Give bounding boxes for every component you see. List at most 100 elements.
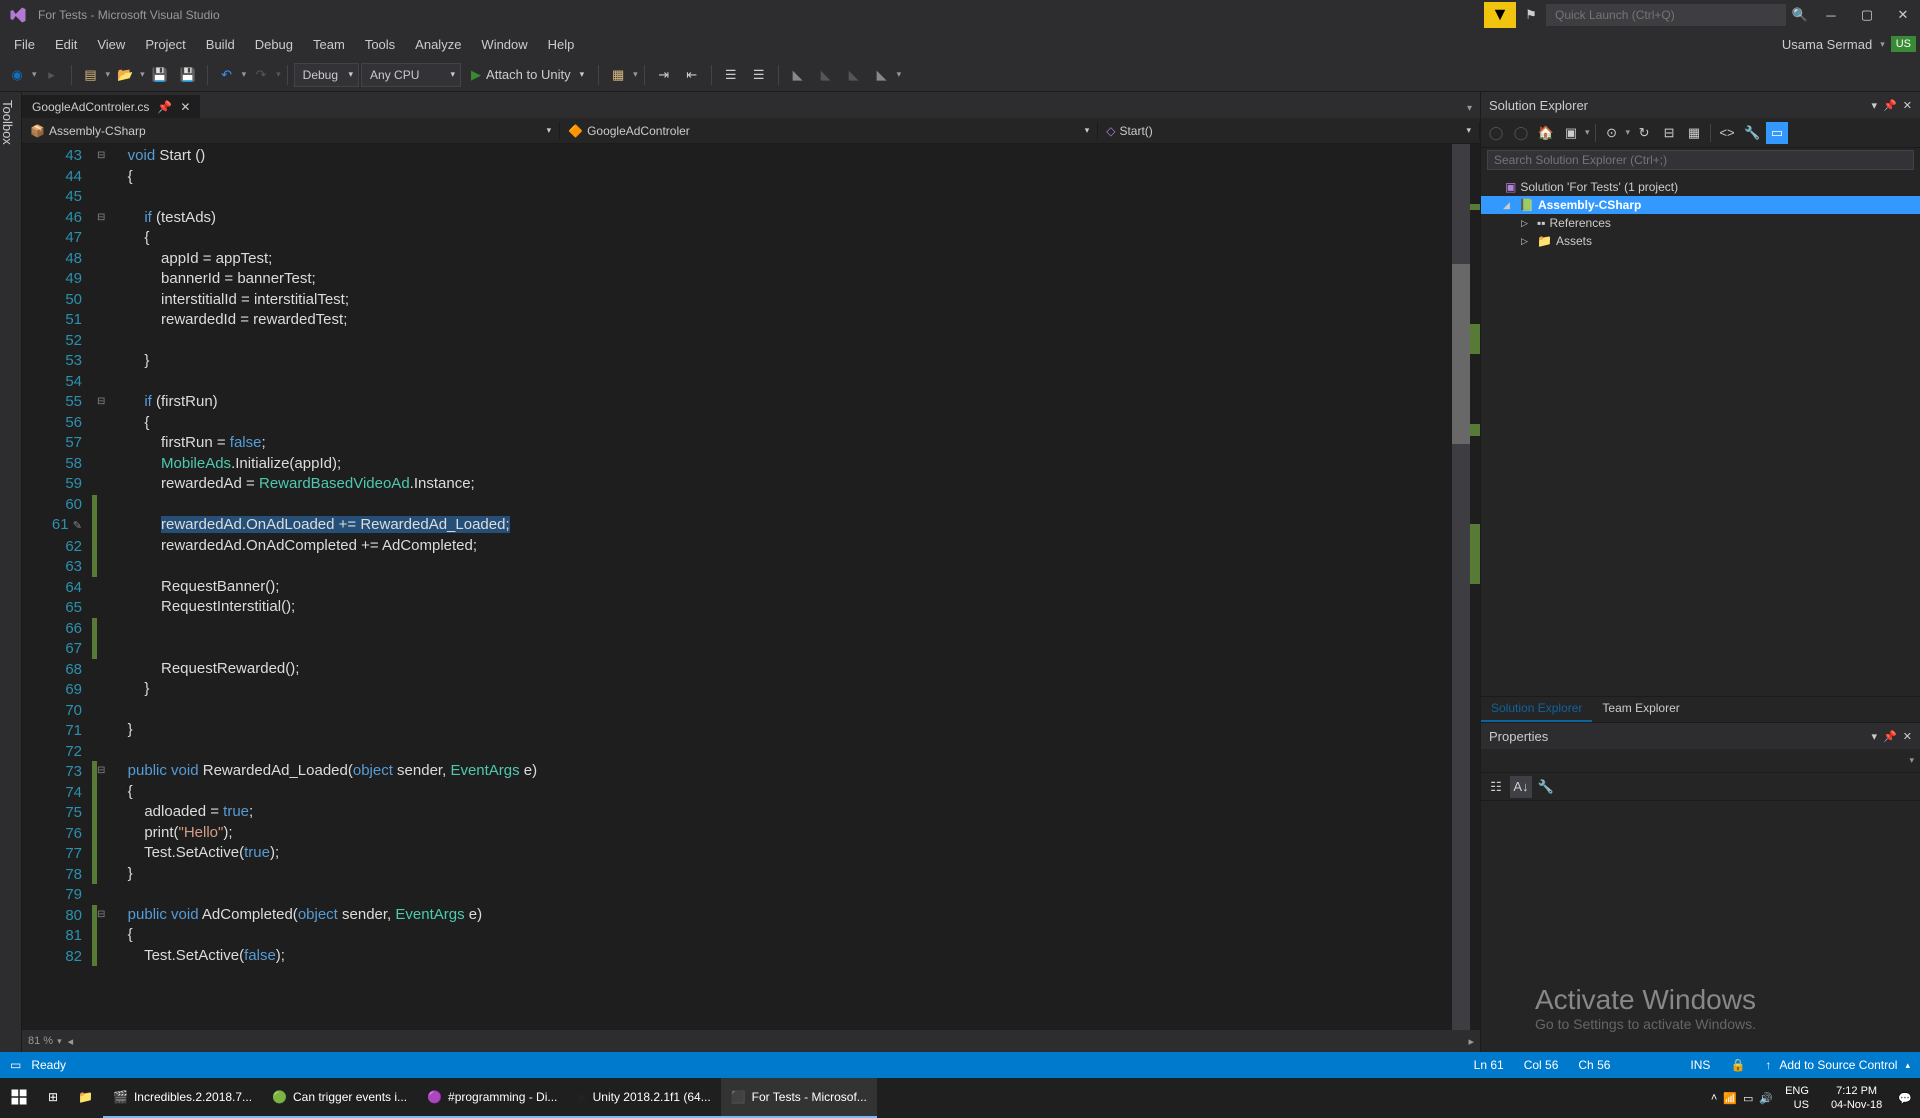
open-file-icon[interactable]: 📂 (112, 62, 138, 88)
pin-icon[interactable]: 📌 (1883, 99, 1897, 112)
panel-dropdown-icon[interactable]: ▾ (1872, 99, 1878, 112)
source-control-label[interactable]: Add to Source Control (1779, 1058, 1897, 1072)
task-view-button[interactable]: ⊞ (38, 1078, 68, 1118)
close-panel-icon[interactable]: ✕ (1903, 730, 1912, 743)
show-all-icon[interactable]: ▦ (1683, 122, 1705, 144)
volume-icon[interactable]: 🔊 (1759, 1092, 1773, 1105)
battery-icon[interactable]: ▭ (1743, 1092, 1753, 1105)
nav-back-icon[interactable]: ◉ (4, 62, 30, 88)
user-name[interactable]: Usama Sermad (1774, 37, 1880, 52)
wrench-icon[interactable]: 🔧 (1535, 776, 1557, 798)
tab-googleadcontroler[interactable]: GoogleAdControler.cs 📌 ✕ (22, 95, 200, 118)
back-icon: ◯ (1485, 122, 1507, 144)
assets-node[interactable]: ▷📁Assets (1481, 232, 1920, 250)
source-control-up-icon[interactable]: ↑ (1765, 1058, 1771, 1072)
refresh-icon[interactable]: ↻ (1633, 122, 1655, 144)
notifications-icon[interactable]: 💬 (1898, 1092, 1912, 1105)
redo-icon: ↷ (248, 62, 274, 88)
solution-explorer-toolbar: ◯ ◯ 🏠 ▣▾ ⊙▾ ↻ ⊟ ▦ <> 🔧 ▭ (1481, 118, 1920, 148)
collapse-icon[interactable]: ⊟ (1658, 122, 1680, 144)
code-icon[interactable]: <> (1716, 122, 1738, 144)
next-bookmark-icon: ◣ (841, 62, 867, 88)
sync-icon[interactable]: ⊙ (1601, 122, 1623, 144)
zoom-level[interactable]: 81 % (28, 1035, 53, 1047)
pin-icon[interactable]: 📌 (1883, 730, 1897, 743)
clock[interactable]: 7:12 PM 04-Nov-18 (1821, 1084, 1892, 1113)
menu-view[interactable]: View (87, 33, 135, 56)
document-tabs: GoogleAdControler.cs 📌 ✕ ▾ (22, 92, 1480, 118)
vertical-scrollbar[interactable] (1452, 144, 1470, 1030)
close-button[interactable]: ✕ (1886, 2, 1920, 28)
nav-class[interactable]: 🔶GoogleAdControler▾ (560, 122, 1098, 140)
solution-tree[interactable]: ▣Solution 'For Tests' (1 project) ◢📗Asse… (1481, 174, 1920, 696)
indent-icon[interactable]: ⇥ (651, 62, 677, 88)
save-icon[interactable]: 💾 (147, 62, 173, 88)
references-node[interactable]: ▷▪▪References (1481, 214, 1920, 232)
tray-up-icon[interactable]: ˄ (1711, 1092, 1717, 1104)
home-icon[interactable]: 🏠 (1535, 122, 1557, 144)
lang-indicator[interactable]: ENG (1785, 1084, 1809, 1098)
save-all-icon[interactable]: 💾 (175, 62, 201, 88)
notifications-button[interactable] (1484, 2, 1516, 28)
preview-icon[interactable]: ▭ (1766, 122, 1788, 144)
quick-launch-input[interactable] (1546, 4, 1786, 26)
tab-solution-explorer[interactable]: Solution Explorer (1481, 697, 1592, 722)
taskbar-item[interactable]: 🟢Can trigger events i... (262, 1078, 417, 1118)
minimize-button[interactable]: ─ (1814, 2, 1848, 28)
toolbox-tab[interactable]: Toolbox (0, 92, 22, 1052)
undo-icon[interactable]: ↶ (214, 62, 240, 88)
panel-dropdown-icon[interactable]: ▾ (1872, 730, 1878, 743)
config-dropdown[interactable]: Debug (294, 63, 359, 87)
properties-header: Properties ▾📌✕ (1481, 723, 1920, 749)
comment-icon[interactable]: ☰ (718, 62, 744, 88)
solution-search-input[interactable] (1487, 150, 1914, 170)
toolbar-icon[interactable]: ▦ (605, 62, 631, 88)
menu-tools[interactable]: Tools (355, 33, 405, 56)
taskbar-item[interactable]: 🎬Incredibles.2.2018.7... (103, 1078, 262, 1118)
feedback-icon[interactable]: ⚑ (1518, 2, 1544, 28)
status-line: Ln 61 (1474, 1058, 1504, 1072)
start-button[interactable] (0, 1078, 38, 1118)
solution-node[interactable]: ▣Solution 'For Tests' (1 project) (1481, 178, 1920, 196)
menu-analyze[interactable]: Analyze (405, 33, 471, 56)
taskbar-item[interactable]: ⬛For Tests - Microsof... (721, 1078, 877, 1118)
categorized-icon[interactable]: ☷ (1485, 776, 1507, 798)
nav-project[interactable]: 📦Assembly-CSharp▾ (22, 122, 560, 140)
bookmark-icon[interactable]: ◣ (785, 62, 811, 88)
wifi-icon[interactable]: 📶 (1723, 1092, 1737, 1105)
run-button[interactable]: ▶Attach to Unity▾ (463, 65, 592, 85)
taskbar-item[interactable]: 🟣#programming - Di... (417, 1078, 567, 1118)
menu-build[interactable]: Build (196, 33, 245, 56)
platform-dropdown[interactable]: Any CPU (361, 63, 461, 87)
file-explorer-button[interactable]: 📁 (68, 1078, 103, 1118)
project-node[interactable]: ◢📗Assembly-CSharp (1481, 196, 1920, 214)
code-editor[interactable]: 43444546474849505152535455565758596061 ✎… (22, 144, 1480, 1030)
menu-file[interactable]: File (4, 33, 45, 56)
user-avatar[interactable]: US (1891, 36, 1916, 52)
menu-team[interactable]: Team (303, 33, 355, 56)
uncomment-icon[interactable]: ☰ (746, 62, 772, 88)
menubar: FileEditViewProjectBuildDebugTeamToolsAn… (0, 30, 1920, 58)
close-tab-icon[interactable]: ✕ (180, 100, 190, 114)
alpha-icon[interactable]: A↓ (1510, 776, 1532, 798)
nav-method[interactable]: ◇Start()▾ (1098, 122, 1480, 140)
properties-icon[interactable]: 🔧 (1741, 122, 1763, 144)
close-panel-icon[interactable]: ✕ (1903, 99, 1912, 112)
status-ins: INS (1690, 1058, 1710, 1072)
tab-dropdown-icon[interactable]: ▾ (1459, 99, 1480, 118)
locale-indicator[interactable]: US (1785, 1098, 1809, 1112)
new-project-icon[interactable]: ▤ (78, 62, 104, 88)
maximize-button[interactable]: ▢ (1850, 2, 1884, 28)
menu-window[interactable]: Window (471, 33, 537, 56)
solution-icon[interactable]: ▣ (1560, 122, 1582, 144)
menu-debug[interactable]: Debug (245, 33, 303, 56)
window-title: For Tests - Microsoft Visual Studio (38, 8, 1484, 22)
tab-team-explorer[interactable]: Team Explorer (1592, 697, 1689, 722)
taskbar-item[interactable]: ◆Unity 2018.2.1f1 (64... (567, 1078, 720, 1118)
menu-edit[interactable]: Edit (45, 33, 87, 56)
outdent-icon[interactable]: ⇤ (679, 62, 705, 88)
pin-icon[interactable]: 📌 (157, 100, 172, 114)
menu-help[interactable]: Help (538, 33, 585, 56)
menu-project[interactable]: Project (135, 33, 195, 56)
clear-bookmark-icon[interactable]: ◣ (869, 62, 895, 88)
